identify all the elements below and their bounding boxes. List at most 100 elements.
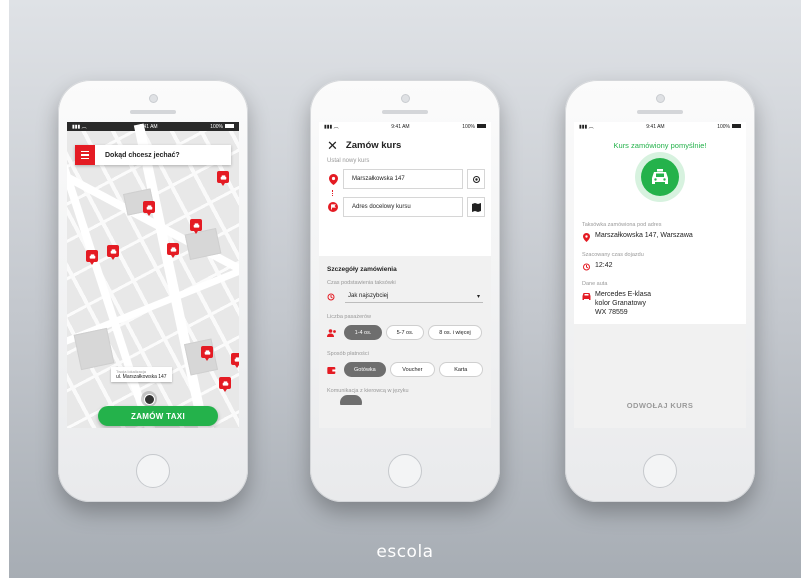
details-title: Szczegóły zamówienia: [327, 266, 397, 273]
time-select[interactable]: Jak najszybciej ▾: [345, 291, 483, 303]
taxi-pin-icon[interactable]: [167, 243, 179, 258]
location-pin-icon: [583, 233, 590, 242]
taxi-pin-icon[interactable]: [143, 201, 155, 216]
page-title: Zamów kurs: [345, 140, 402, 151]
order-taxi-button[interactable]: ZAMÓW TAXI: [98, 406, 218, 426]
battery-indicator: 100%: [717, 124, 741, 130]
menu-button[interactable]: [75, 145, 95, 165]
route-connector: [332, 190, 491, 196]
battery-icon: [225, 124, 234, 129]
destination-row: Adres docelowy kursu: [327, 197, 485, 217]
taxi-pin-icon[interactable]: [219, 377, 231, 392]
status-time: 9:41 AM: [646, 123, 665, 130]
payment-option-cash[interactable]: Gotówka: [343, 362, 387, 377]
destination-input[interactable]: Adres docelowy kursu: [343, 197, 463, 217]
home-button[interactable]: [643, 454, 677, 488]
status-bar: ▮▮▮ ︵ 9:41 AM 100%: [319, 122, 491, 131]
phone-confirmation: ▮▮▮ ︵ 9:41 AM 100% Kurs zamówiony pomyśl…: [565, 80, 755, 502]
passengers-options: 1-4 os. 5-7 os. 8 os. i więcej: [319, 320, 491, 340]
taxi-pin-icon[interactable]: [107, 245, 119, 260]
passengers-label: Liczba pasażerów: [327, 314, 372, 320]
search-placeholder: Dokąd chcesz jechać?: [105, 151, 180, 159]
address-value: Marszałkowska 147, Warszawa: [595, 232, 693, 239]
speaker: [382, 110, 428, 114]
car-model: Mercedes E-klasa: [595, 291, 652, 298]
map-road: [67, 127, 155, 428]
eta-value: 12:42: [595, 262, 613, 269]
payment-option-card[interactable]: Karta: [438, 362, 483, 377]
passengers-option-3[interactable]: 8 os. i więcej: [428, 325, 482, 340]
car-label: Dane auta: [582, 281, 608, 287]
pickup-row: Marszałkowska 147: [327, 169, 485, 189]
taxi-pin-icon[interactable]: [231, 353, 239, 368]
home-button[interactable]: [136, 454, 170, 488]
confirmation-screen: ▮▮▮ ︵ 9:41 AM 100% Kurs zamówiony pomyśl…: [574, 122, 746, 428]
brand-logo: escola: [376, 542, 434, 562]
order-details-panel: Szczegóły zamówienia Czas podstawienia t…: [319, 256, 491, 428]
payment-label: Sposób płatności: [327, 351, 369, 357]
gps-locate-button[interactable]: [467, 169, 485, 189]
speaker: [130, 110, 176, 114]
crosshair-icon: [472, 175, 480, 183]
order-header: ✕ Zamów kurs: [319, 131, 491, 152]
time-label: Czas podstawienia taksówki: [327, 280, 396, 286]
battery-icon: [732, 124, 741, 129]
payment-option-voucher[interactable]: Voucher: [390, 362, 435, 377]
language-options: [319, 394, 491, 405]
pickup-address-input[interactable]: Marszałkowska 147: [343, 169, 463, 189]
status-bar: ▮▮▮ ︵ 9:41 AM 100%: [574, 122, 746, 131]
camera: [656, 94, 665, 103]
taxi-icon: [652, 169, 668, 184]
ride-info-card: Taksówka zamówiona pod adres Marszałkows…: [574, 212, 746, 324]
city-map[interactable]: Dokąd chcesz jechać? Twoja lokalizacja u…: [67, 123, 239, 428]
ride-details: Taksówka zamówiona pod adres Marszałkows…: [574, 212, 746, 428]
history-icon: [583, 263, 590, 271]
speaker: [637, 110, 683, 114]
passengers-option-2[interactable]: 5-7 os.: [386, 325, 424, 340]
map-building: [73, 327, 115, 371]
time-row: Jak najszybciej ▾: [319, 286, 491, 303]
status-time: 9:41 AM: [391, 123, 410, 130]
signal-icon: ▮▮▮ ︵: [324, 124, 339, 130]
dropdown-arrow-icon: ▾: [476, 294, 480, 300]
current-location-icon: [141, 391, 157, 407]
payment-options: Gotówka Voucher Karta: [319, 357, 491, 377]
passengers-option-1[interactable]: 1-4 os.: [344, 325, 382, 340]
eta-label: Szacowany czas dojazdu: [582, 252, 644, 258]
map-road: [133, 123, 211, 428]
taxi-badge: [635, 152, 685, 202]
signal-icon: ▮▮▮ ︵: [72, 124, 87, 130]
taxi-pin-icon[interactable]: [86, 250, 98, 265]
car-row: Mercedes E-klasa kolor Granatowy WX 7855…: [582, 291, 738, 316]
flag-icon: [327, 202, 339, 212]
right-border: [801, 0, 810, 578]
battery-icon: [477, 124, 486, 129]
map-icon: [471, 202, 481, 212]
language-label: Komunikacja z kierowcą w języku: [327, 388, 409, 394]
order-screen: ▮▮▮ ︵ 9:41 AM 100% ✕ Zamów kurs Ustal no…: [319, 122, 491, 428]
wallet-icon: [327, 366, 337, 374]
home-button[interactable]: [388, 454, 422, 488]
order-subtitle: Ustal nowy kurs: [327, 158, 370, 164]
address-row: Marszałkowska 147, Warszawa: [582, 232, 738, 242]
map-picker-button[interactable]: [467, 197, 485, 217]
status-bar: ▮▮▮ ︵ 9:41 AM 100%: [67, 122, 239, 131]
car-icon: [582, 293, 591, 300]
map-screen: ▮▮▮ ︵ 9:41 AM 100% Dokąd chcesz jechać?: [67, 122, 239, 428]
location-tooltip: Twoja lokalizacja ul. Marszałkowska 147: [111, 367, 172, 382]
location-value: ul. Marszałkowska 147: [116, 374, 167, 380]
camera: [149, 94, 158, 103]
eta-row: 12:42: [582, 262, 738, 271]
taxi-pin-icon[interactable]: [190, 219, 202, 234]
car-plate: WX 78559: [595, 309, 628, 316]
cancel-ride-button[interactable]: ODWOŁAJ KURS: [574, 401, 746, 410]
taxi-pin-icon[interactable]: [217, 171, 229, 186]
signal-icon: ▮▮▮ ︵: [579, 124, 594, 130]
left-border: [0, 0, 9, 578]
taxi-pin-icon[interactable]: [201, 346, 213, 361]
history-icon: [327, 293, 335, 301]
phone-map: ▮▮▮ ︵ 9:41 AM 100% Dokąd chcesz jechać?: [58, 80, 248, 502]
search-bar[interactable]: Dokąd chcesz jechać?: [75, 145, 231, 165]
close-icon[interactable]: ✕: [327, 139, 338, 152]
language-option[interactable]: [340, 394, 362, 405]
